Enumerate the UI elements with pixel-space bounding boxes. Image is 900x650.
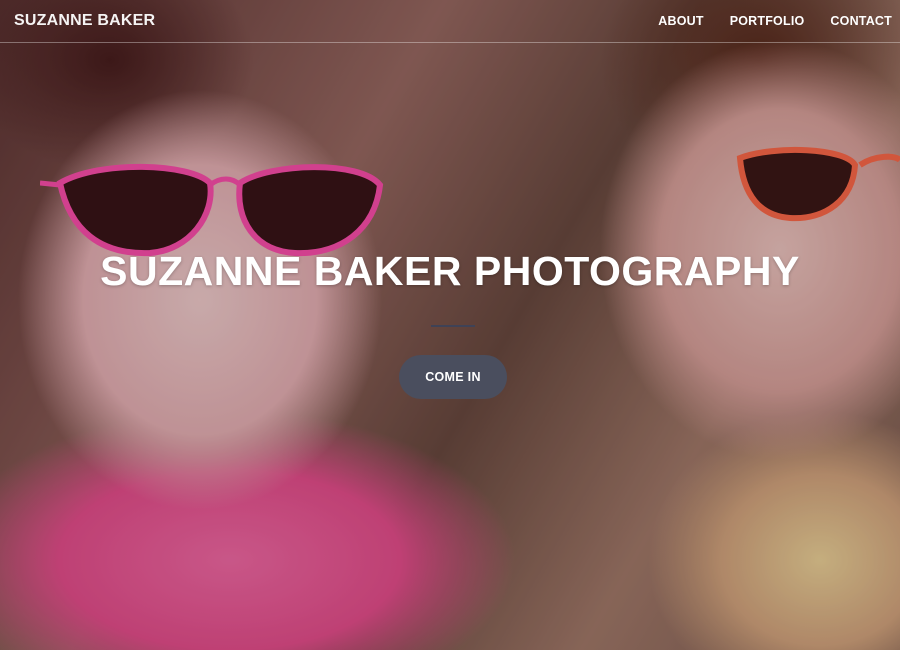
brand-logo-link[interactable]: SUZANNE BAKER [14,12,155,30]
nav-link-about[interactable]: ABOUT [645,14,716,28]
hero-headline: SUZANNE BAKER PHOTOGRAPHY [100,248,800,294]
top-navbar: SUZANNE BAKER ABOUT PORTFOLIO CONTACT [0,0,900,43]
come-in-button[interactable]: COME IN [399,355,507,399]
nav-link-portfolio[interactable]: PORTFOLIO [717,14,818,28]
nav-link-contact[interactable]: CONTACT [817,14,892,28]
hero-divider [431,325,475,327]
nav-links: ABOUT PORTFOLIO CONTACT [645,14,892,28]
